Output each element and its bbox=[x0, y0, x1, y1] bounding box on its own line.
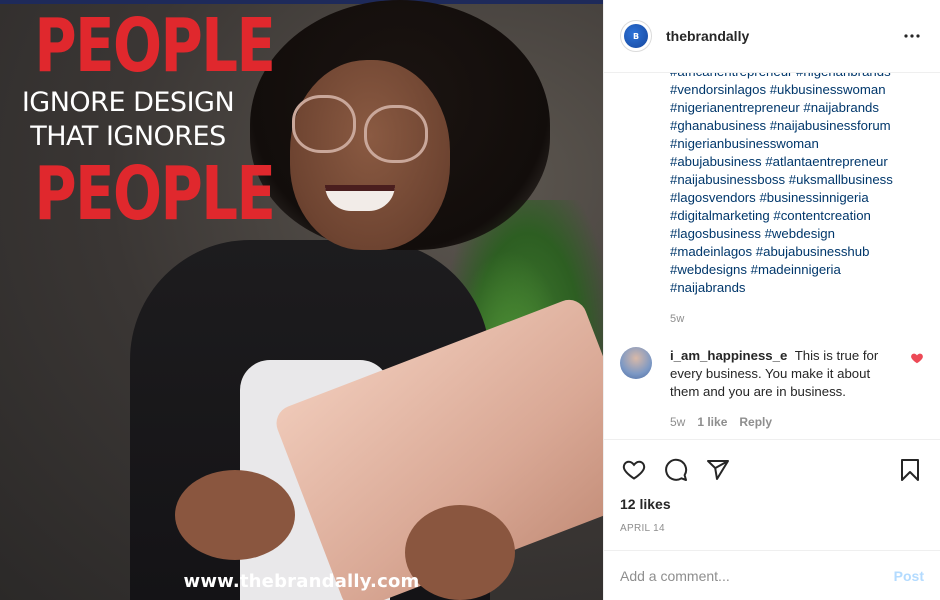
instagram-post-modal: PEOPLE IGNORE DESIGN THAT IGNORES PEOPLE… bbox=[0, 0, 940, 600]
hashtag-line[interactable]: #africanentrepreneur #nigerianbrands bbox=[670, 73, 924, 81]
hashtag-line[interactable]: #naijabrands bbox=[670, 279, 924, 297]
headline-ignore-design: IGNORE DESIGN bbox=[21, 87, 235, 118]
comment-icon[interactable] bbox=[662, 456, 690, 484]
glasses-right-lens bbox=[364, 105, 428, 163]
post-actions: 12 likes APRIL 14 bbox=[604, 439, 940, 534]
image-website-url: www.thebrandally.com bbox=[183, 571, 420, 592]
caption-timestamp[interactable]: 5w bbox=[670, 313, 924, 325]
hashtag-line[interactable]: #digitalmarketing #contentcreation bbox=[670, 207, 924, 225]
left-hand-illustration bbox=[175, 470, 295, 560]
commenter-username[interactable]: i_am_happiness_e bbox=[670, 348, 787, 363]
hashtag-line[interactable]: #abujabusiness #atlantaentrepreneur bbox=[670, 153, 924, 171]
post-author-username[interactable]: thebrandally bbox=[666, 28, 900, 44]
add-comment-bar: Post bbox=[604, 550, 940, 600]
headline-that-ignores: THAT IGNORES bbox=[30, 121, 226, 152]
comment-reply-button[interactable]: Reply bbox=[739, 415, 772, 429]
comment-body: i_am_happiness_e This is true for every … bbox=[670, 347, 924, 401]
image-headline: PEOPLE IGNORE DESIGN THAT IGNORES PEOPLE bbox=[8, 3, 276, 237]
comments-section[interactable]: #africanentrepreneur #nigerianbrands #ve… bbox=[604, 73, 940, 439]
post-caption: #africanentrepreneur #nigerianbrands #ve… bbox=[670, 73, 924, 297]
headline-word-people-bottom: PEOPLE bbox=[34, 151, 276, 237]
brandally-logo-icon: B bbox=[624, 24, 648, 48]
comment-input[interactable] bbox=[620, 567, 894, 584]
hashtag-line[interactable]: #lagosvendors #businessinnigeria bbox=[670, 189, 924, 207]
comment-item: i_am_happiness_e This is true for every … bbox=[620, 347, 924, 429]
action-bar bbox=[620, 450, 924, 490]
hashtag-line[interactable]: #nigerianbusinesswoman bbox=[670, 135, 924, 153]
likes-count[interactable]: 12 likes bbox=[620, 496, 924, 512]
post-date[interactable]: APRIL 14 bbox=[620, 523, 924, 534]
hashtag-line[interactable]: #ghanabusiness #naijabusinessforum bbox=[670, 117, 924, 135]
comment-meta: 5w 1 like Reply bbox=[670, 415, 924, 429]
hashtag-line[interactable]: #lagosbusiness #webdesign bbox=[670, 225, 924, 243]
glasses-left-lens bbox=[292, 95, 356, 153]
post-image[interactable]: PEOPLE IGNORE DESIGN THAT IGNORES PEOPLE… bbox=[0, 0, 603, 600]
hashtag-line[interactable]: #madeinlagos #abujabusinesshub bbox=[670, 243, 924, 261]
headline-word-people-top: PEOPLE bbox=[34, 3, 276, 89]
post-header: B thebrandally bbox=[604, 0, 940, 73]
comment-timestamp[interactable]: 5w bbox=[670, 415, 685, 429]
heart-outline-icon[interactable] bbox=[620, 456, 648, 484]
comment-likes-count[interactable]: 1 like bbox=[697, 415, 727, 429]
post-sidebar: B thebrandally #africanentrepreneur #nig… bbox=[603, 0, 940, 600]
avatar[interactable]: B bbox=[620, 20, 652, 52]
post-comment-button[interactable]: Post bbox=[894, 568, 924, 584]
person-face-illustration bbox=[290, 60, 450, 250]
hashtag-line[interactable]: #webdesigns #madeinnigeria bbox=[670, 261, 924, 279]
more-options-icon[interactable] bbox=[900, 24, 924, 48]
bookmark-icon[interactable] bbox=[896, 456, 924, 484]
paper-plane-icon[interactable] bbox=[704, 456, 732, 484]
commenter-avatar[interactable] bbox=[620, 347, 652, 379]
comment-like-heart-icon[interactable] bbox=[910, 351, 924, 365]
hashtag-line[interactable]: #nigerianentrepreneur #naijabrands bbox=[670, 99, 924, 117]
hashtag-line[interactable]: #naijabusinessboss #uksmallbusiness bbox=[670, 171, 924, 189]
hashtag-line[interactable]: #vendorsinlagos #ukbusinesswoman bbox=[670, 81, 924, 99]
